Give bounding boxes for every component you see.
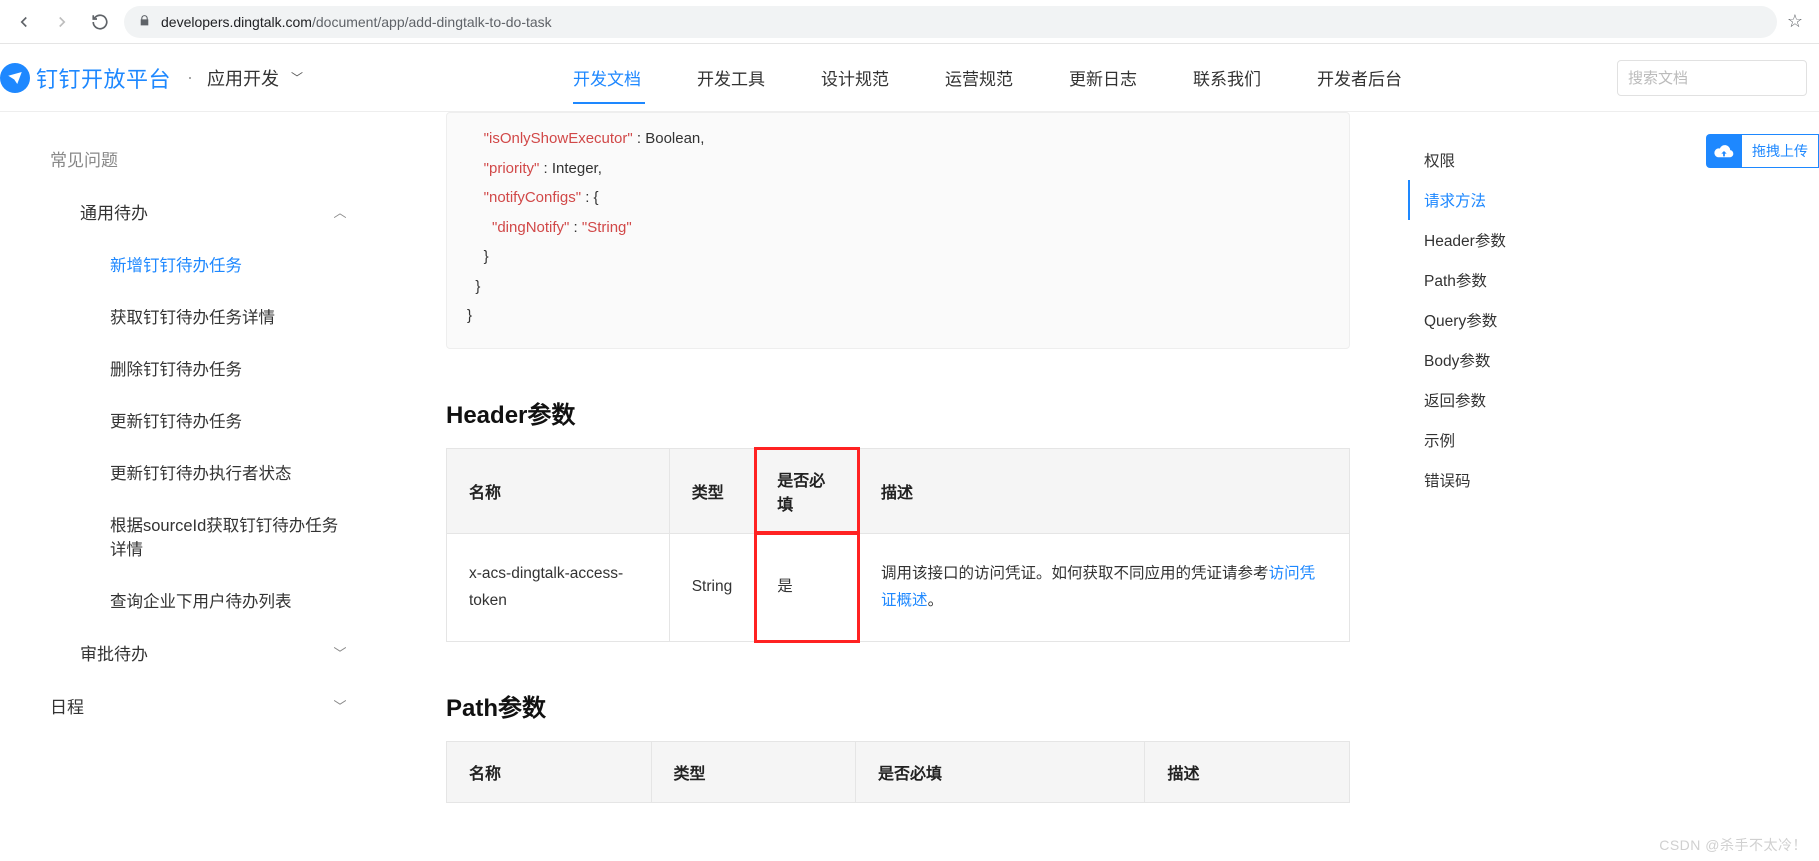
watermark-text: CSDN @杀手不太冷！ [1659,835,1807,855]
nav-link-changelog[interactable]: 更新日志 [1069,45,1137,110]
nav-link-console[interactable]: 开发者后台 [1317,45,1402,110]
top-nav-links: 开发文档 开发工具 设计规范 运营规范 更新日志 联系我们 开发者后台 [573,45,1402,110]
nav-link-operate[interactable]: 运营规范 [945,45,1013,110]
cell-name: x-acs-dingtalk-access-token [447,533,670,642]
th-required: 是否必填 [856,742,1145,803]
toc-item-request[interactable]: 请求方法 [1408,180,1590,220]
path-params-table: 名称 类型 是否必填 描述 [446,741,1350,803]
upload-badge[interactable]: 拖拽上传 [1706,134,1819,168]
th-type: 类型 [669,448,755,533]
address-bar[interactable]: developers.dingtalk.com/document/app/add… [124,6,1777,38]
doc-main: "isOnlyShowExecutor" : Boolean, "priorit… [400,112,1380,861]
brand-name: 钉钉开放平台 [36,62,171,94]
toc-item-example[interactable]: 示例 [1408,420,1590,460]
brand-logo-icon [0,63,30,93]
chevron-down-icon: ﹀ [291,69,303,86]
lock-icon [138,14,151,30]
sidebar-item-delete-todo[interactable]: 删除钉钉待办任务 [0,342,370,394]
th-name: 名称 [447,448,670,533]
browser-toolbar: developers.dingtalk.com/document/app/add… [0,0,1819,44]
site-header: 钉钉开放平台 · 应用开发 ﹀ 开发文档 开发工具 设计规范 运营规范 更新日志… [0,44,1819,112]
sidebar-item-add-todo[interactable]: 新增钉钉待办任务 [0,238,370,290]
sidebar-item-get-todo[interactable]: 获取钉钉待办任务详情 [0,290,370,342]
chevron-down-icon: ﹀ [330,696,350,715]
nav-link-tools[interactable]: 开发工具 [697,45,765,110]
back-button[interactable] [10,8,38,36]
table-row: x-acs-dingtalk-access-token String 是 调用该… [447,533,1350,642]
header-params-table: 名称 类型 是否必填 描述 x-acs-dingtalk-access-toke… [446,448,1350,643]
sidebar-item-list-user-todo[interactable]: 查询企业下用户待办列表 [0,574,370,626]
doc-sidebar: 常见问题 通用待办︿ 新增钉钉待办任务 获取钉钉待办任务详情 删除钉钉待办任务 … [0,112,400,861]
sidebar-item-update-todo[interactable]: 更新钉钉待办任务 [0,394,370,446]
sidebar-section-approval[interactable]: 审批待办﹀ [0,626,370,679]
upload-label: 拖拽上传 [1742,134,1819,168]
th-name: 名称 [447,742,652,803]
nav-link-contact[interactable]: 联系我们 [1193,45,1261,110]
sidebar-item-update-executor[interactable]: 更新钉钉待办执行者状态 [0,446,370,498]
code-sample: "isOnlyShowExecutor" : Boolean, "priorit… [446,112,1350,349]
toc-item-path-params[interactable]: Path参数 [1408,260,1590,300]
th-required: 是否必填 [755,448,859,533]
toc-item-header-params[interactable]: Header参数 [1408,220,1590,260]
sidebar-item-calendar[interactable]: 日程﹀ [0,679,370,732]
chevron-up-icon: ︿ [330,202,350,221]
right-toc: 权限 请求方法 Header参数 Path参数 Query参数 Body参数 返… [1380,112,1590,861]
search-input[interactable]: 搜索文档 [1617,60,1807,96]
toc-item-error-codes[interactable]: 错误码 [1408,460,1590,500]
brand-separator: · [187,67,193,88]
section-path-params: Path参数 [446,688,1350,723]
upload-cloud-icon [1706,134,1742,168]
th-desc: 描述 [1145,742,1350,803]
sidebar-item-get-by-source[interactable]: 根据sourceId获取钉钉待办任务详情 [0,498,370,574]
search-placeholder: 搜索文档 [1628,67,1688,88]
toc-item-body-params[interactable]: Body参数 [1408,340,1590,380]
cell-required: 是 [755,533,859,642]
chevron-down-icon: ﹀ [330,643,350,662]
reload-button[interactable] [86,8,114,36]
cell-type: String [669,533,755,642]
toc-item-return-params[interactable]: 返回参数 [1408,380,1590,420]
url-text: developers.dingtalk.com/document/app/add… [161,14,552,30]
th-type: 类型 [651,742,856,803]
th-desc: 描述 [859,448,1350,533]
brand-sub[interactable]: 应用开发 [207,65,279,91]
section-header-params: Header参数 [446,395,1350,430]
cell-desc: 调用该接口的访问凭证。如何获取不同应用的凭证请参考访问凭证概述。 [859,533,1350,642]
nav-link-design[interactable]: 设计规范 [821,45,889,110]
bookmark-star-icon[interactable]: ☆ [1787,11,1803,32]
toc-item-query-params[interactable]: Query参数 [1408,300,1590,340]
toc-item-permission[interactable]: 权限 [1408,140,1590,180]
nav-link-docs[interactable]: 开发文档 [573,45,641,110]
forward-button[interactable] [48,8,76,36]
brand[interactable]: 钉钉开放平台 · 应用开发 ﹀ [0,62,303,94]
sidebar-item-faq[interactable]: 常见问题 [0,132,370,185]
sidebar-section-todo[interactable]: 通用待办︿ [0,185,370,238]
